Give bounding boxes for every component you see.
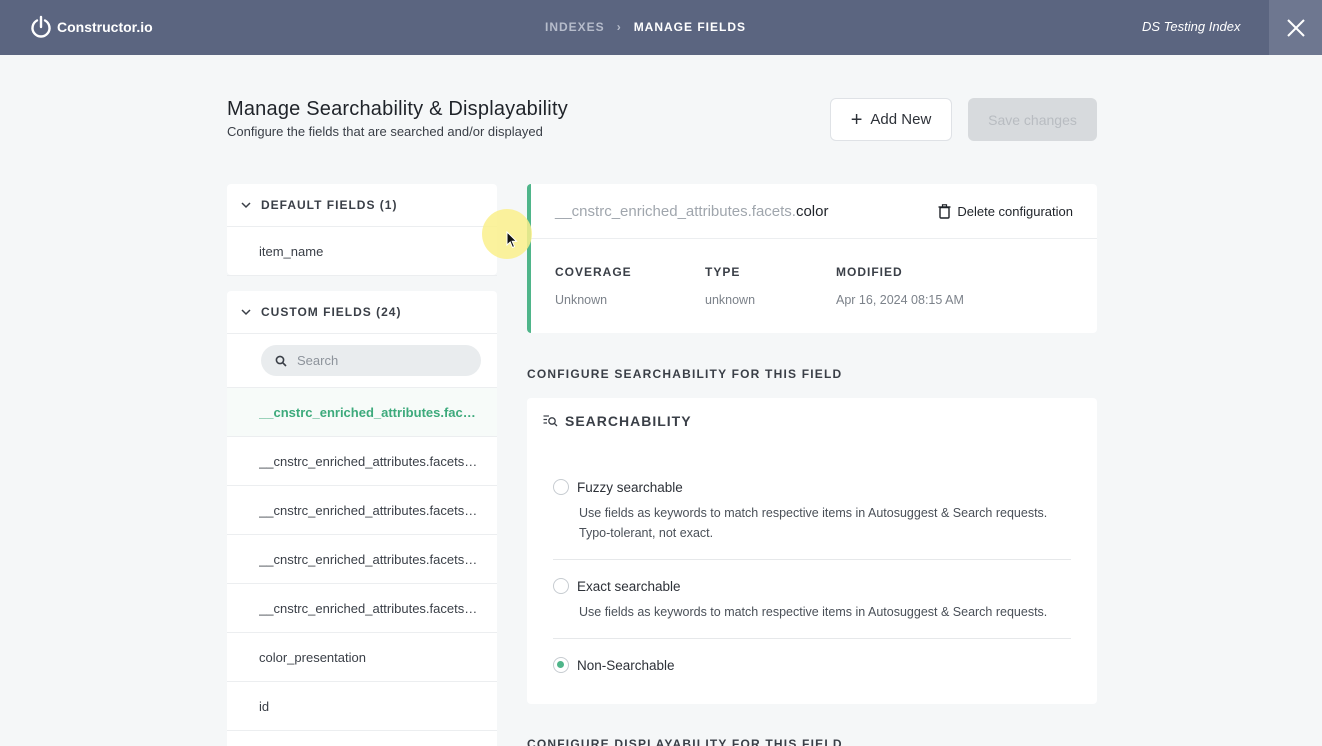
field-item[interactable]: __cnstrc_enriched_attributes.facets.patt… xyxy=(227,486,497,535)
modified-block: MODIFIED Apr 16, 2024 08:15 AM xyxy=(836,265,964,307)
fuzzy-searchable-label: Fuzzy searchable xyxy=(577,479,683,495)
field-item[interactable]: __cnstrc_enriched_attributes.facets.type xyxy=(227,584,497,633)
chevron-down-icon xyxy=(241,309,251,316)
plus-icon: + xyxy=(850,108,863,131)
breadcrumb: INDEXES › MANAGE FIELDS xyxy=(545,20,746,34)
brand-logo[interactable]: Constructor.io xyxy=(30,15,153,39)
fuzzy-desc-line-2: Typo-tolerant, not exact. xyxy=(579,526,714,540)
displayability-section-title: CONFIGURE DISPLAYABILITY FOR THIS FIELD xyxy=(527,737,843,746)
power-icon xyxy=(31,15,51,38)
searchability-header: SEARCHABILITY xyxy=(543,413,692,429)
field-path: __cnstrc_enriched_attributes.facets.colo… xyxy=(555,203,828,220)
search-input[interactable] xyxy=(297,353,457,368)
field-item-label: __cnstrc_enriched_attributes.facets.colo… xyxy=(259,404,479,420)
custom-fields-toggle[interactable]: CUSTOM FIELDS (24) xyxy=(227,291,497,334)
default-fields-panel: DEFAULT FIELDS (1) item_name xyxy=(227,184,497,276)
divider xyxy=(553,559,1071,560)
searchability-card: SEARCHABILITY Fuzzy searchable Use field… xyxy=(527,398,1097,704)
custom-fields-search xyxy=(227,334,497,388)
field-meta: COVERAGE Unknown TYPE unknown MODIFIED A… xyxy=(531,239,1097,307)
field-item[interactable]: __cnstrc_enriched_attributes.facets.styl… xyxy=(227,535,497,584)
option-exact-searchable[interactable]: Exact searchable Use fields as keywords … xyxy=(553,578,1071,622)
field-item[interactable]: id xyxy=(227,682,497,731)
coverage-block: COVERAGE Unknown xyxy=(555,265,705,307)
search-box[interactable] xyxy=(261,345,481,376)
option-fuzzy-searchable[interactable]: Fuzzy searchable Use fields as keywords … xyxy=(553,479,1071,543)
search-list-icon xyxy=(543,415,558,427)
non-searchable-label: Non-Searchable xyxy=(577,657,675,673)
exact-searchable-label: Exact searchable xyxy=(577,578,681,594)
field-item-label: __cnstrc_enriched_attributes.facets.styl… xyxy=(259,551,479,567)
type-label: TYPE xyxy=(705,265,741,279)
fuzzy-searchable-radio[interactable] xyxy=(553,479,569,495)
field-path-suffix: color xyxy=(795,202,829,220)
field-item-label: __cnstrc_enriched_attributes.facets.type xyxy=(259,600,479,616)
delete-configuration-button[interactable]: Delete configuration xyxy=(938,204,1073,219)
exact-searchable-description: Use fields as keywords to match respecti… xyxy=(579,602,1071,622)
option-row: Exact searchable xyxy=(553,578,1071,594)
field-item-item-name[interactable]: item_name xyxy=(227,227,497,276)
field-item-label: item_name xyxy=(259,243,324,259)
type-block: TYPE unknown xyxy=(705,265,836,307)
field-item-label: color_presentation xyxy=(259,649,366,665)
fuzzy-searchable-description: Use fields as keywords to match respecti… xyxy=(579,503,1071,543)
divider xyxy=(553,638,1071,639)
field-item-label: __cnstrc_enriched_attributes.facets.patt… xyxy=(259,502,479,518)
mouse-cursor-icon xyxy=(506,231,518,249)
breadcrumb-indexes[interactable]: INDEXES xyxy=(545,20,605,34)
add-new-button[interactable]: + Add New xyxy=(830,98,952,141)
brand-name: Constructor.io xyxy=(57,19,153,35)
add-new-label: Add New xyxy=(870,111,932,128)
delete-configuration-label: Delete configuration xyxy=(957,203,1073,219)
custom-fields-panel: CUSTOM FIELDS (24) __cnstrc_enriched_att… xyxy=(227,291,497,746)
option-row: Fuzzy searchable xyxy=(553,479,1071,495)
field-item[interactable]: __cnstrc_enriched_attributes.facets.mate… xyxy=(227,437,497,486)
searchability-title: SEARCHABILITY xyxy=(565,413,692,429)
type-value: unknown xyxy=(705,293,756,307)
modified-label: MODIFIED xyxy=(836,265,903,279)
option-row: Non-Searchable xyxy=(553,657,1071,673)
page-title: Manage Searchability & Displayability xyxy=(227,98,568,120)
field-item[interactable]: color_presentation xyxy=(227,633,497,682)
trash-icon xyxy=(938,203,951,219)
breadcrumb-manage-fields: MANAGE FIELDS xyxy=(633,20,747,34)
default-fields-toggle[interactable]: DEFAULT FIELDS (1) xyxy=(227,184,497,227)
close-icon xyxy=(1286,18,1305,37)
exact-desc-line-1: Use fields as keywords to match respecti… xyxy=(579,605,1048,619)
coverage-label: COVERAGE xyxy=(555,265,632,279)
exact-searchable-radio[interactable] xyxy=(553,578,569,594)
non-searchable-radio[interactable] xyxy=(553,657,569,673)
search-icon xyxy=(275,355,287,367)
chevron-right-icon: › xyxy=(616,20,622,34)
custom-fields-title: CUSTOM FIELDS (24) xyxy=(261,305,402,319)
option-non-searchable[interactable]: Non-Searchable xyxy=(553,657,1071,673)
fuzzy-desc-line-1: Use fields as keywords to match respecti… xyxy=(579,506,1048,520)
field-item-active[interactable]: __cnstrc_enriched_attributes.facets.colo… xyxy=(227,388,497,437)
default-fields-title: DEFAULT FIELDS (1) xyxy=(261,198,398,212)
field-detail-header: __cnstrc_enriched_attributes.facets.colo… xyxy=(531,184,1097,239)
index-name: DS Testing Index xyxy=(1142,19,1241,34)
top-bar: Constructor.io INDEXES › MANAGE FIELDS D… xyxy=(0,0,1322,55)
field-detail-card: __cnstrc_enriched_attributes.facets.colo… xyxy=(527,184,1097,333)
searchability-section-title: CONFIGURE SEARCHABILITY FOR THIS FIELD xyxy=(527,367,843,381)
modified-value: Apr 16, 2024 08:15 AM xyxy=(836,293,964,307)
field-item-label: id xyxy=(259,698,270,714)
close-button[interactable] xyxy=(1269,0,1322,55)
field-path-prefix: __cnstrc_enriched_attributes.facets. xyxy=(555,202,796,220)
chevron-down-icon xyxy=(241,202,251,209)
save-changes-button[interactable]: Save changes xyxy=(968,98,1097,141)
coverage-value: Unknown xyxy=(555,293,608,307)
page-subtitle: Configure the fields that are searched a… xyxy=(227,124,543,139)
field-item-label: __cnstrc_enriched_attributes.facets.mate… xyxy=(259,453,479,469)
